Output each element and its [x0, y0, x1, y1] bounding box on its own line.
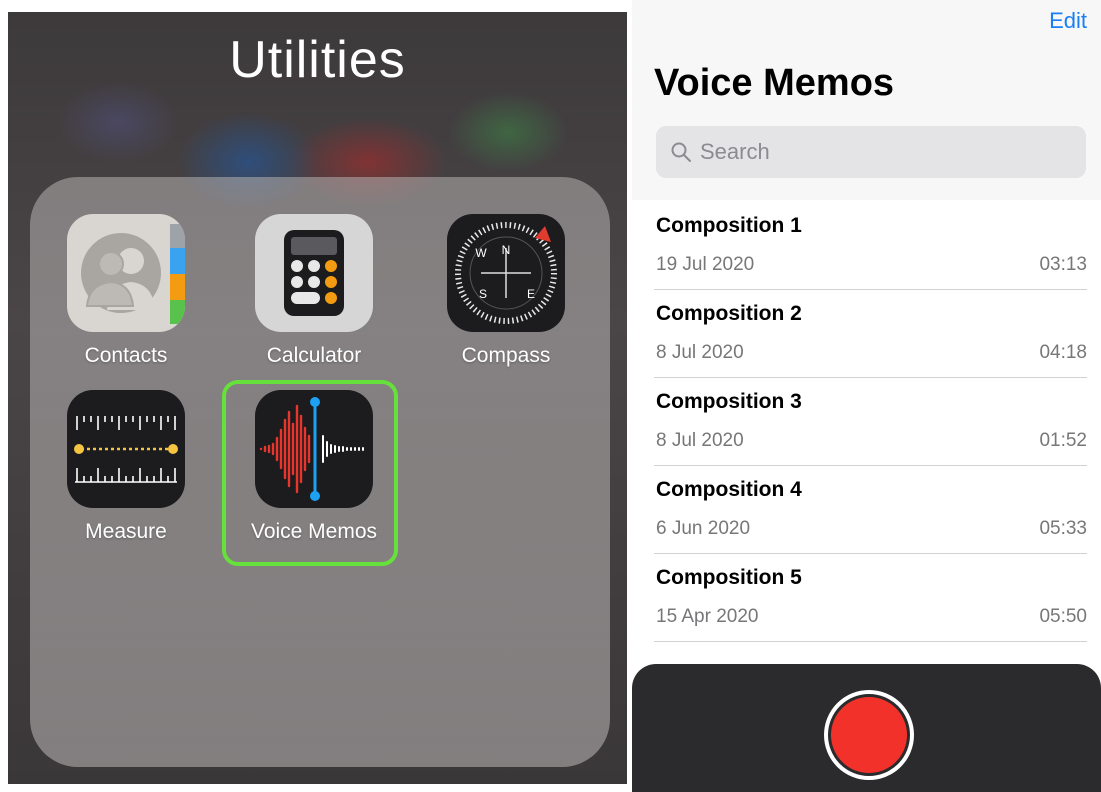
recording-date: 8 Jul 2020	[656, 430, 744, 451]
folder-title: Utilities	[229, 31, 406, 89]
compass-icon: N W E S	[447, 214, 565, 332]
search-input[interactable]: Search	[656, 126, 1086, 178]
recording-duration: 05:50	[1039, 606, 1087, 627]
recording-item[interactable]: Composition 1 19 Jul 2020 03:13	[654, 202, 1087, 290]
app-measure[interactable]: Measure	[51, 390, 201, 544]
header: Edit Voice Memos Search	[632, 0, 1101, 200]
calculator-icon	[255, 214, 373, 332]
recording-title: Composition 1	[656, 214, 802, 237]
app-label: Compass	[461, 344, 551, 367]
recording-title: Composition 5	[656, 566, 802, 589]
recording-date: 15 Apr 2020	[656, 606, 759, 627]
recording-item[interactable]: Composition 4 6 Jun 2020 05:33	[654, 466, 1087, 554]
app-contacts[interactable]: Contacts	[51, 214, 201, 368]
edit-button[interactable]: Edit	[1049, 8, 1087, 34]
app-label: Contacts	[84, 344, 168, 367]
selection-highlight	[222, 380, 398, 566]
recording-duration: 03:13	[1039, 254, 1087, 275]
app-calculator[interactable]: Calculator	[239, 214, 389, 368]
compass-n-text: N	[502, 243, 511, 257]
recordings-list: Composition 1 19 Jul 2020 03:13 Composit…	[632, 202, 1101, 642]
recording-date: 8 Jul 2020	[656, 342, 744, 363]
recording-title: Composition 4	[656, 478, 802, 501]
record-button[interactable]	[824, 690, 914, 780]
compass-w-text: W	[475, 246, 487, 260]
app-label: Measure	[85, 520, 167, 543]
search-icon	[671, 142, 691, 162]
voice-memos-screen: Edit Voice Memos Search Composition 1 19…	[632, 0, 1101, 792]
recording-duration: 05:33	[1039, 518, 1087, 539]
recording-title: Composition 3	[656, 390, 802, 413]
recording-item[interactable]: Composition 5 15 Apr 2020 05:50	[654, 554, 1087, 642]
compass-e-text: E	[527, 287, 535, 301]
app-label: Calculator	[266, 344, 362, 367]
record-panel	[632, 664, 1101, 792]
recording-item[interactable]: Composition 3 8 Jul 2020 01:52	[654, 378, 1087, 466]
recording-item[interactable]: Composition 2 8 Jul 2020 04:18	[654, 290, 1087, 378]
recording-date: 19 Jul 2020	[656, 254, 755, 275]
app-compass[interactable]: N W E S Compass	[431, 214, 581, 368]
record-icon	[831, 697, 907, 773]
recording-title: Composition 2	[656, 302, 802, 325]
compass-s-text: S	[479, 287, 487, 301]
recording-duration: 01:52	[1039, 430, 1087, 451]
page-title: Voice Memos	[654, 62, 895, 104]
measure-icon	[67, 390, 185, 508]
recording-date: 6 Jun 2020	[656, 518, 751, 539]
contacts-icon	[67, 214, 185, 332]
search-placeholder: Search	[700, 139, 770, 164]
recording-duration: 04:18	[1039, 342, 1087, 363]
